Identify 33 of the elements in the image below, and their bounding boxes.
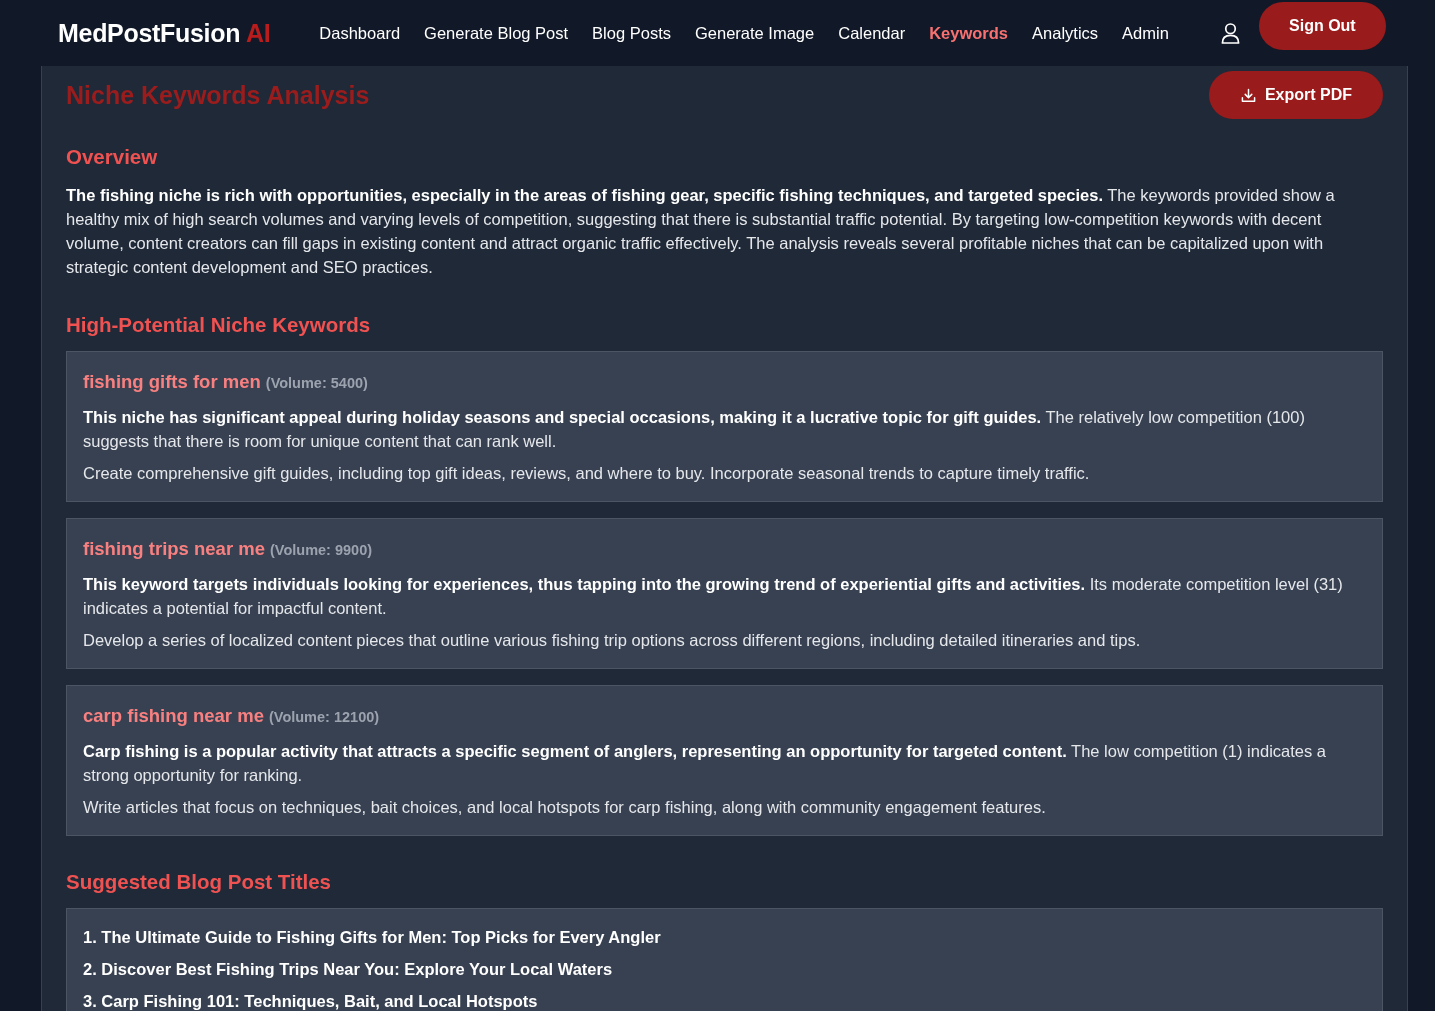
keyword-volume: (Volume: 9900) [269, 542, 373, 558]
nav-link[interactable]: Analytics [1032, 23, 1099, 43]
keyword-analysis: Carp fishing is a popular activity that attracts a specific segment of anglers, representing an opportunity for targeted content. The low competition (1) indicates a strong opportunity for ranking. [83, 741, 1327, 786]
blog-title-item: 3. Carp Fishing 101: Techniques, Bait, and Local Hotspots [83, 991, 539, 1011]
keyword-title: fishing trips near me [83, 538, 265, 559]
brand-logo[interactable]: MedPostFusion AI [58, 18, 271, 48]
keyword-title: fishing gifts for men [83, 371, 261, 392]
nav-link[interactable]: Admin [1122, 23, 1169, 43]
keyword-analysis: This niche has significant appeal during holiday seasons and special occasions, making it a lucrative topic for gift guides. The relatively low competition (100) suggests that there is room for unique content that can rank well. [83, 407, 1306, 452]
nav-link[interactable]: Blog Posts [592, 23, 671, 43]
keyword-volume: (Volume: 5400) [265, 375, 368, 391]
nav-link[interactable]: Calendar [838, 23, 906, 43]
nav-link[interactable]: Generate Image [694, 23, 815, 43]
nav-link[interactable]: Generate Blog Post [424, 23, 569, 43]
nav-link[interactable]: Dashboard [319, 23, 401, 43]
blog-title-item: 1. The Ultimate Guide to Fishing Gifts for Men: Top Picks for Every Angler [83, 927, 662, 948]
section-heading: High-Potential Niche Keywords [66, 312, 372, 338]
page-title: Niche Keywords Analysis [66, 80, 370, 110]
section-heading: Overview [66, 144, 159, 170]
keyword-analysis: This keyword targets individuals looking for experiences, thus tapping into the growing trend of experiential gifts and activities. Its moderate competition level (31) indicates a potential for impactful content. [83, 574, 1344, 619]
user-icon[interactable] [1220, 22, 1240, 44]
download-icon [1240, 87, 1256, 103]
keyword-strategy: Create comprehensive gift guides, including top gift ideas, reviews, and where to buy. Incorporate seasonal trends to capture timely traffic. [83, 463, 1091, 484]
overview-paragraph: The fishing niche is rich with opportunities, especially in the areas of fishing gear, specific fishing techniques, and targeted species. The keywords provided show a healthy mix of high search volumes and varying levels of competition, suggesting that there is substantial traffic potential. By targeting low-competition keywords with decent volume, content creators can fill gaps in existing content and attract organic traffic effectively. The analysis reveals several profitable niches that can be capitalized upon with strategic content development and SEO practices. [66, 185, 1336, 278]
section-heading: Suggested Blog Post Titles [66, 869, 333, 895]
keyword-title: carp fishing near me [83, 705, 264, 726]
sign-out-button[interactable]: Sign Out [1258, 2, 1386, 50]
export-pdf-button[interactable]: Export PDF [1208, 71, 1383, 119]
nav-link[interactable]: Keywords [929, 23, 1009, 43]
keyword-volume: (Volume: 12100) [268, 709, 380, 725]
keyword-strategy: Write articles that focus on techniques, bait choices, and local hotspots for carp fishing, along with community engagement features. [83, 797, 1047, 818]
blog-title-item: 2. Discover Best Fishing Trips Near You: Explore Your Local Waters [83, 959, 614, 980]
keyword-strategy: Develop a series of localized content pieces that outline various fishing trip options across different regions, including detailed itineraries and tips. [83, 630, 1142, 651]
